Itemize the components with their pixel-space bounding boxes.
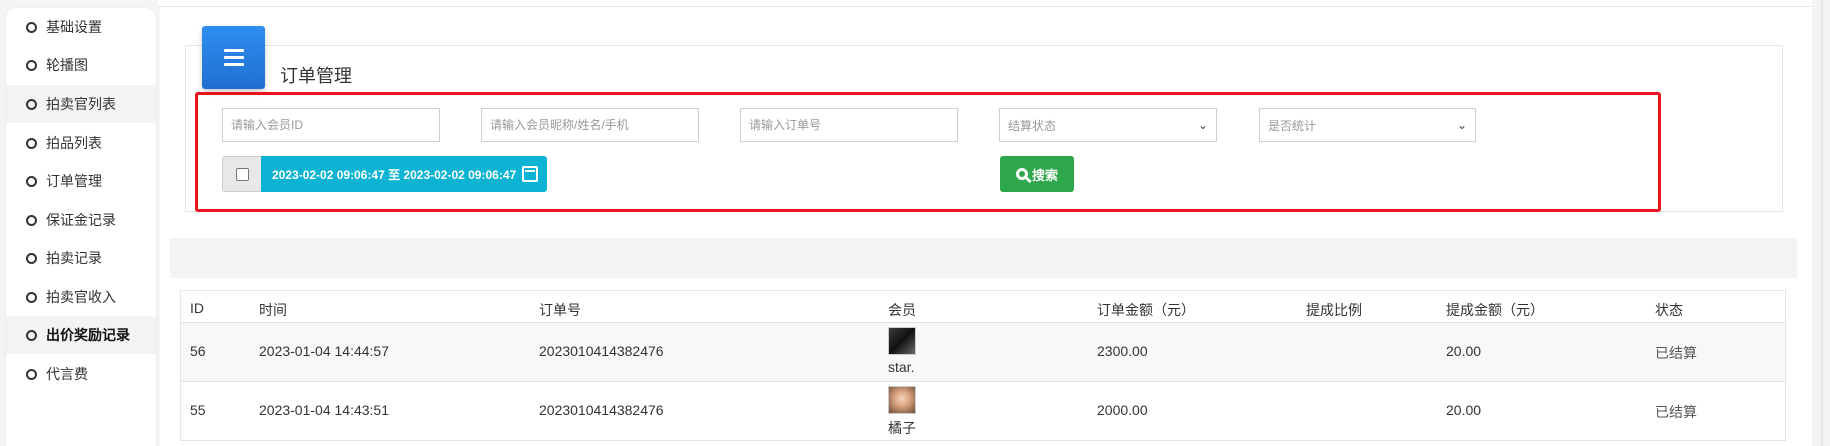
sidebar: 基础设置 轮播图 拍卖官列表 拍品列表 订单管理 保证金记录 拍卖记录 拍卖官收… (6, 8, 156, 446)
avatar (888, 327, 916, 355)
cell-status: 已结算 (1655, 404, 1697, 420)
cell-id: 56 (190, 343, 206, 359)
sidebar-item-label: 轮播图 (46, 57, 88, 73)
sidebar-item-label: 出价奖励记录 (46, 327, 130, 343)
col-header-order-amount: 订单金额（元） (1097, 302, 1195, 318)
sidebar-item-auctioneer-list[interactable]: 拍卖官列表 (6, 85, 156, 123)
circle-icon (26, 214, 37, 226)
sidebar-item-label: 拍品列表 (46, 135, 102, 151)
circle-icon (26, 98, 37, 110)
sidebar-item-label: 保证金记录 (46, 212, 116, 228)
table-row[interactable]: 56 2023-01-04 14:44:57 2023010414382476 … (181, 323, 1785, 382)
sidebar-item-endorsement-fee[interactable]: 代言费 (6, 355, 156, 393)
sidebar-item-label: 代言费 (46, 366, 88, 382)
cell-commission: 20.00 (1446, 402, 1482, 418)
circle-icon (26, 291, 37, 303)
col-header-commission: 提成金额（元） (1446, 302, 1544, 318)
scrollbar-track[interactable] (1812, 0, 1830, 446)
circle-icon (26, 21, 37, 33)
toolbar-band (170, 238, 1797, 278)
page-title: 订单管理 (280, 66, 352, 86)
highlight-box (195, 92, 1661, 212)
sidebar-item-label: 拍卖官列表 (46, 96, 116, 112)
circle-icon (26, 252, 37, 264)
cell-time: 2023-01-04 14:43:51 (259, 402, 389, 418)
cell-amount: 2300.00 (1097, 343, 1148, 359)
cell-time: 2023-01-04 14:44:57 (259, 343, 389, 359)
scrollbar-line (1821, 0, 1823, 446)
col-header-ratio: 提成比例 (1306, 302, 1362, 318)
cell-order-no: 2023010414382476 (539, 402, 664, 418)
table-row[interactable]: 55 2023-01-04 14:43:51 2023010414382476 … (181, 382, 1785, 441)
col-header-id: ID (190, 300, 204, 316)
sidebar-item-deposit-records[interactable]: 保证金记录 (6, 201, 156, 239)
sidebar-item-label: 拍卖官收入 (46, 289, 116, 305)
sidebar-item-label: 拍卖记录 (46, 250, 102, 266)
sidebar-item-lot-list[interactable]: 拍品列表 (6, 124, 156, 162)
col-header-order-no: 订单号 (539, 302, 581, 318)
avatar (888, 386, 916, 414)
hamburger-menu-icon (202, 26, 265, 89)
sidebar-item-label: 基础设置 (46, 19, 102, 35)
sidebar-item-auction-records[interactable]: 拍卖记录 (6, 239, 156, 277)
cell-member: star. (888, 359, 915, 375)
circle-icon (26, 59, 37, 71)
sidebar-item-basic-settings[interactable]: 基础设置 (6, 8, 156, 46)
sidebar-item-bid-reward-records[interactable]: 出价奖励记录 (6, 316, 156, 354)
circle-icon (26, 137, 37, 149)
cell-id: 55 (190, 402, 206, 418)
cell-commission: 20.00 (1446, 343, 1482, 359)
col-header-status: 状态 (1655, 302, 1683, 318)
sidebar-item-label: 订单管理 (46, 173, 102, 189)
col-header-member: 会员 (888, 302, 916, 318)
cell-amount: 2000.00 (1097, 402, 1148, 418)
cell-status: 已结算 (1655, 345, 1697, 361)
circle-icon (26, 329, 37, 341)
cell-order-no: 2023010414382476 (539, 343, 664, 359)
cell-member: 橘子 (888, 420, 916, 436)
sidebar-item-order-management[interactable]: 订单管理 (6, 162, 156, 200)
circle-icon (26, 368, 37, 380)
circle-icon (26, 175, 37, 187)
sidebar-item-auctioneer-income[interactable]: 拍卖官收入 (6, 278, 156, 316)
top-strip (158, 0, 1812, 7)
records-table: ID 时间 订单号 会员 订单金额（元） 提成比例 提成金额（元） 状态 56 … (180, 290, 1786, 441)
sidebar-item-carousel[interactable]: 轮播图 (6, 46, 156, 84)
col-header-time: 时间 (259, 302, 287, 318)
table-header: ID 时间 订单号 会员 订单金额（元） 提成比例 提成金额（元） 状态 (181, 291, 1785, 323)
